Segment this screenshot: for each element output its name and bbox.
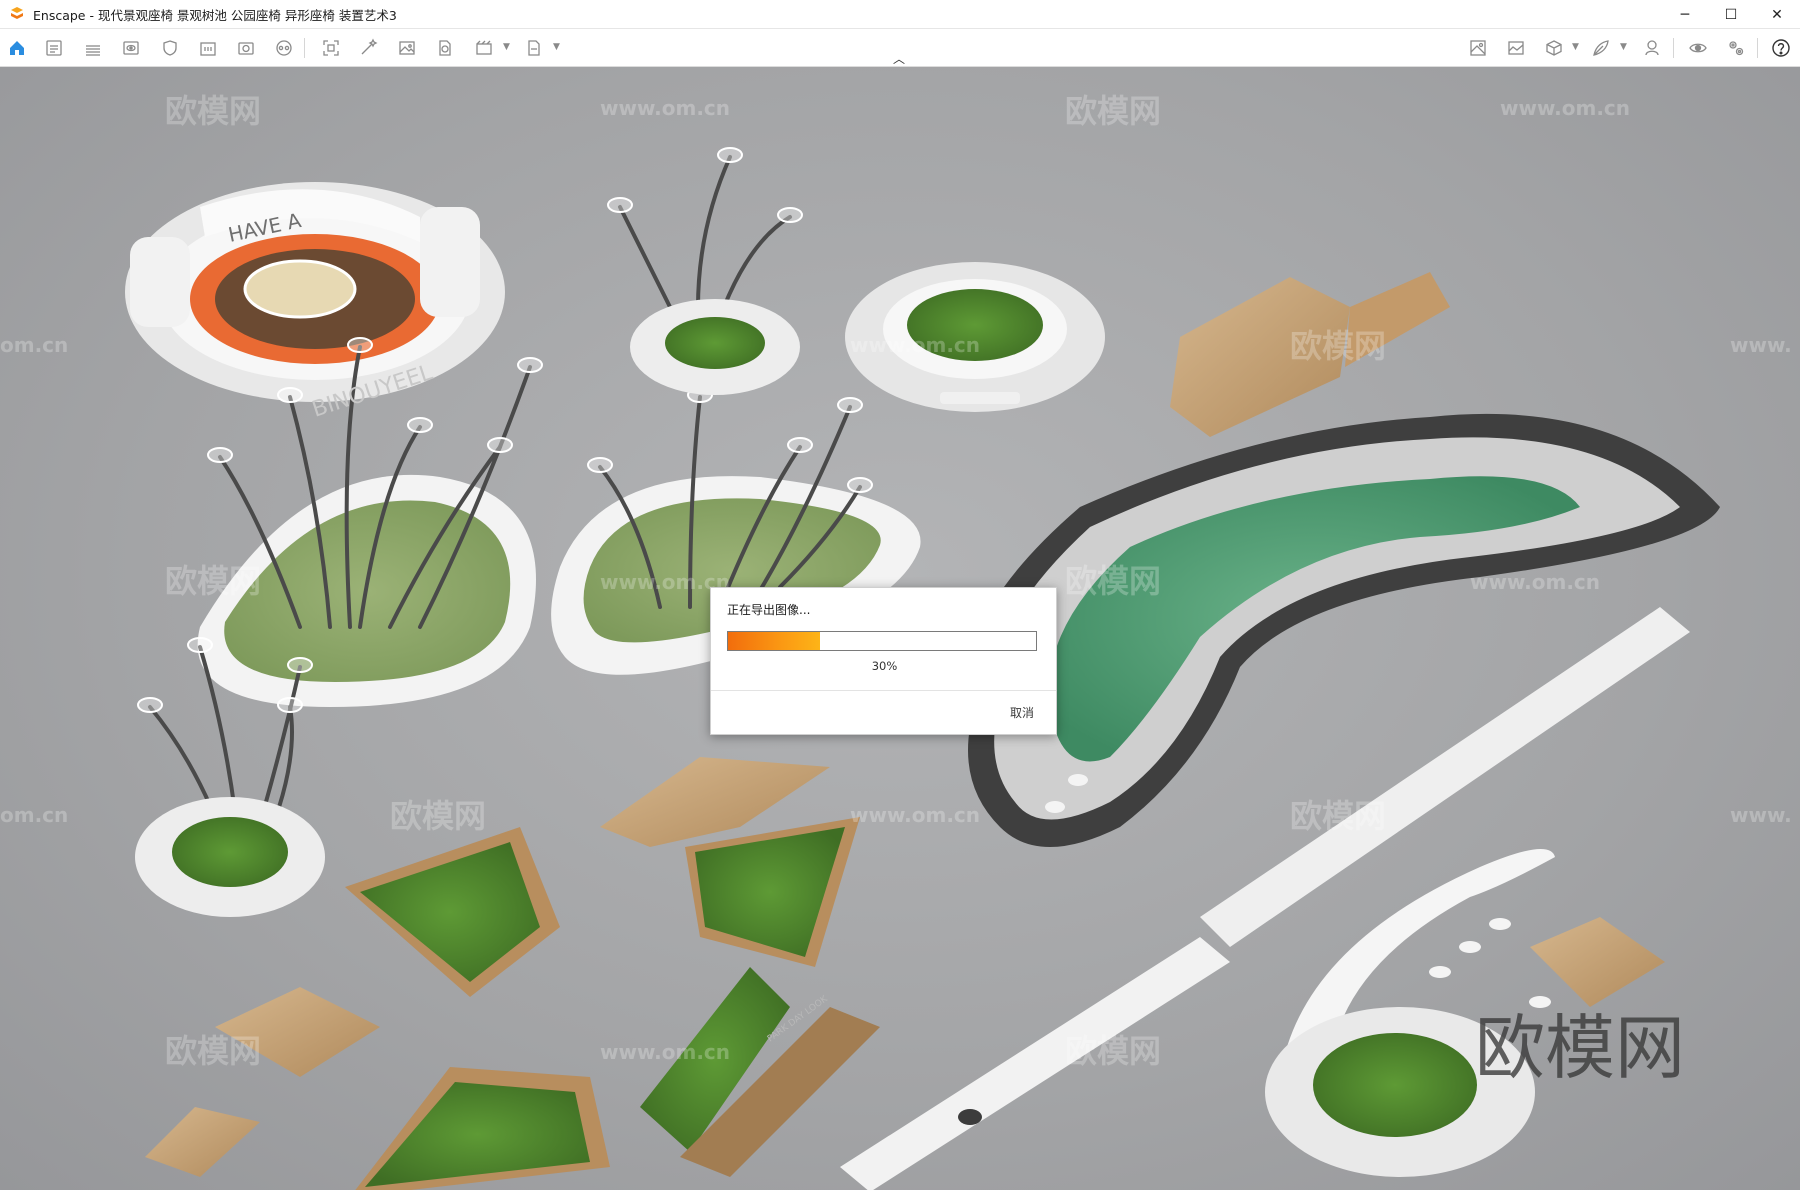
cancel-button[interactable]: 取消 <box>1004 702 1040 723</box>
watermark-cn: 欧模网 <box>1065 92 1161 130</box>
wavy-bench-lower <box>840 937 1230 1190</box>
watermark-big-logo: 欧模网 <box>1475 1007 1685 1089</box>
image-icon[interactable] <box>396 37 418 59</box>
watermark-cn: 欧模网 <box>165 562 261 600</box>
watermark-url: www.om.cn <box>600 1040 730 1064</box>
safe-frame-icon[interactable] <box>159 37 181 59</box>
progress-bar <box>727 631 1037 651</box>
map-icon[interactable] <box>1467 37 1489 59</box>
eye-icon[interactable] <box>1687 37 1709 59</box>
watermark-url: www.om.cn <box>600 96 730 120</box>
cube-dropdown-chevron-icon[interactable]: ▼ <box>1572 42 1579 52</box>
toolbar-separator <box>1757 38 1758 58</box>
watermark-cn: 欧模网 <box>1065 562 1161 600</box>
minimize-button[interactable]: ─ <box>1662 0 1708 29</box>
batch-render-icon[interactable] <box>434 37 456 59</box>
home-icon[interactable] <box>6 37 28 59</box>
exe-export-icon[interactable] <box>523 37 545 59</box>
dialog-divider <box>711 690 1056 691</box>
screenshot-icon[interactable] <box>320 37 342 59</box>
pavilion-model <box>125 182 505 402</box>
dialog-title: 正在导出图像... <box>727 603 811 617</box>
watermark-cn: 欧模网 <box>390 797 486 835</box>
video-dropdown-chevron-icon[interactable]: ▼ <box>503 42 510 52</box>
watermark-partial-url: om.cn <box>0 803 68 827</box>
enscape-logo-icon <box>11 7 23 19</box>
cube-icon[interactable] <box>1543 37 1565 59</box>
export-dropdown-chevron-icon[interactable]: ▼ <box>553 42 560 52</box>
watermark-partial-url: om.cn <box>0 333 68 357</box>
wand-icon[interactable] <box>357 37 379 59</box>
watermark-partial-url-right: www. <box>1730 333 1792 357</box>
video-icon[interactable] <box>473 37 495 59</box>
asset-library-icon[interactable] <box>1641 37 1663 59</box>
title-bar: Enscape - 现代景观座椅 景观树池 公园座椅 异形座椅 装置艺术3 ─ … <box>0 0 1800 29</box>
progress-bar-fill <box>728 632 821 650</box>
progress-percent-label: 30% <box>871 659 898 673</box>
view-icon[interactable] <box>120 37 142 59</box>
settings-icon[interactable] <box>1725 37 1747 59</box>
watermark-url: www.om.cn <box>1500 96 1630 120</box>
window-title: Enscape - 现代景观座椅 景观树池 公园座椅 异形座椅 装置艺术3 <box>33 7 397 23</box>
watermark-cn: 欧模网 <box>1290 797 1386 835</box>
watermark-partial-url-right: www. <box>1730 803 1792 827</box>
toolbar-separator <box>304 38 305 58</box>
camera-icon[interactable] <box>235 37 257 59</box>
leaf-icon[interactable] <box>1590 37 1612 59</box>
window-controls: ─ ☐ ✕ <box>1662 0 1800 29</box>
leaf-dropdown-chevron-icon[interactable]: ▼ <box>1620 42 1627 52</box>
render-viewport[interactable]: HAVE A BINOUYEEL PARK DAY LOOK 欧模网 www.o… <box>0 67 1800 1190</box>
watermark-url: www.om.cn <box>1470 570 1600 594</box>
help-icon[interactable] <box>1770 37 1792 59</box>
file-icon[interactable] <box>43 37 65 59</box>
watermark-cn: 欧模网 <box>165 1032 261 1070</box>
maximize-button[interactable]: ☐ <box>1708 0 1754 29</box>
collapse-toolbar-chevron-icon[interactable]: ︿ <box>893 50 905 67</box>
close-button[interactable]: ✕ <box>1754 0 1800 29</box>
watermark-cn: 欧模网 <box>165 92 261 130</box>
toolbar-separator <box>1673 38 1674 58</box>
watermark-cn: 欧模网 <box>1290 327 1386 365</box>
watermark-cn: 欧模网 <box>1065 1032 1161 1070</box>
round-planter-top <box>630 299 800 395</box>
gallery-icon[interactable] <box>1505 37 1527 59</box>
export-progress-dialog: 正在导出图像... 30% 取消 <box>710 587 1057 735</box>
vr-icon[interactable] <box>273 37 295 59</box>
building-icon[interactable] <box>197 37 219 59</box>
watermark-url: www.om.cn <box>850 803 980 827</box>
watermark-url: www.om.cn <box>850 333 980 357</box>
round-planter-left <box>135 797 325 917</box>
bim-icon[interactable] <box>82 37 104 59</box>
